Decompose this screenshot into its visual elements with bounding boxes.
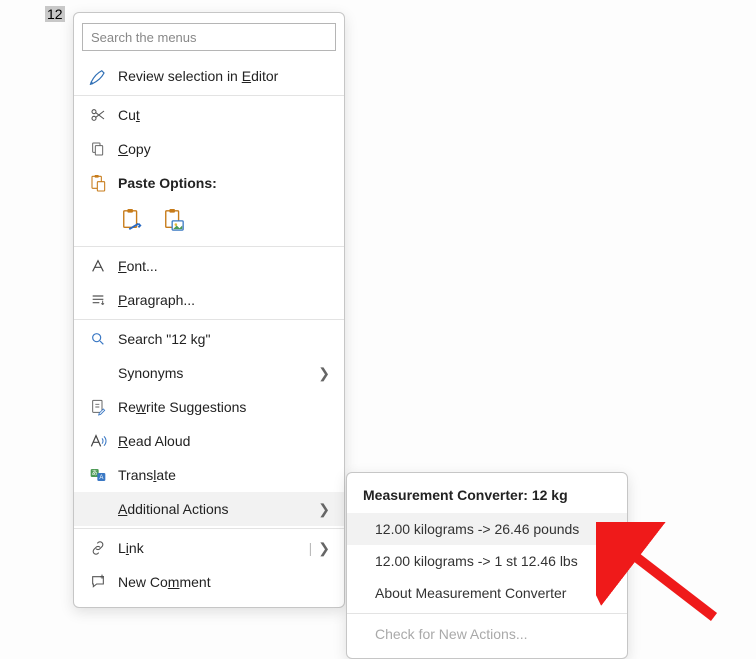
- document-selection: 12: [45, 6, 65, 22]
- chevron-right-icon: ❯: [318, 365, 332, 382]
- split-divider: |: [309, 540, 319, 556]
- editor-pen-icon: [86, 67, 110, 85]
- menu-paragraph[interactable]: Paragraph...: [74, 283, 344, 317]
- submenu-item-about-converter[interactable]: About Measurement Converter: [347, 577, 627, 609]
- menu-review-editor[interactable]: Review selection in Editor: [74, 59, 344, 93]
- menu-label: Search "12 kg": [110, 331, 332, 347]
- menu-label: Paragraph...: [110, 292, 332, 308]
- translate-icon: あA: [86, 467, 110, 483]
- submenu-item-conversion-pounds[interactable]: 12.00 kilograms -> 26.46 pounds: [347, 513, 627, 545]
- copy-icon: [86, 141, 110, 157]
- paste-icon: [86, 174, 110, 192]
- submenu-item-conversion-stones[interactable]: 12.00 kilograms -> 1 st 12.46 lbs: [347, 545, 627, 577]
- menu-read-aloud[interactable]: Read Aloud: [74, 424, 344, 458]
- menu-label: Additional Actions: [110, 501, 318, 517]
- menu-label: New Comment: [110, 574, 332, 590]
- menu-search-placeholder: Search the menus: [91, 30, 197, 45]
- paste-picture-button[interactable]: [160, 206, 188, 234]
- svg-text:あ: あ: [92, 470, 98, 477]
- menu-label: Translate: [110, 467, 332, 483]
- paragraph-icon: [86, 292, 110, 308]
- additional-actions-submenu: Measurement Converter: 12 kg 12.00 kilog…: [346, 472, 628, 659]
- menu-synonyms[interactable]: Synonyms ❯: [74, 356, 344, 390]
- menu-additional-actions[interactable]: Additional Actions ❯: [74, 492, 344, 526]
- menu-label: Cut: [110, 107, 332, 123]
- svg-text:A: A: [99, 475, 103, 481]
- menu-cut[interactable]: Cut: [74, 98, 344, 132]
- separator: [74, 246, 344, 247]
- paste-keep-source-button[interactable]: [118, 206, 146, 234]
- menu-font[interactable]: Font...: [74, 249, 344, 283]
- menu-label: Synonyms: [110, 365, 318, 381]
- menu-label: Link: [110, 540, 309, 556]
- chevron-right-icon[interactable]: ❯: [318, 540, 332, 557]
- search-icon: [86, 331, 110, 347]
- menu-link[interactable]: Link | ❯: [74, 531, 344, 565]
- menu-new-comment[interactable]: New Comment: [74, 565, 344, 599]
- chevron-right-icon: ❯: [318, 501, 332, 518]
- menu-label: Copy: [110, 141, 332, 157]
- menu-search-12kg[interactable]: Search "12 kg": [74, 322, 344, 356]
- separator: [74, 95, 344, 96]
- separator: [74, 319, 344, 320]
- menu-translate[interactable]: あA Translate: [74, 458, 344, 492]
- comment-icon: [86, 574, 110, 590]
- menu-paste-options: Paste Options:: [74, 166, 344, 200]
- menu-label: Read Aloud: [110, 433, 332, 449]
- read-aloud-icon: [86, 433, 110, 449]
- separator: [74, 528, 344, 529]
- menu-rewrite-suggestions[interactable]: Rewrite Suggestions: [74, 390, 344, 424]
- submenu-item-check-new-actions: Check for New Actions...: [347, 618, 627, 650]
- font-letter-icon: [86, 258, 110, 274]
- menu-search-input[interactable]: Search the menus: [82, 23, 336, 51]
- menu-label: Rewrite Suggestions: [110, 399, 332, 415]
- rewrite-icon: [86, 398, 110, 416]
- menu-label: Paste Options:: [110, 175, 332, 191]
- scissors-icon: [86, 107, 110, 123]
- menu-label: Font...: [110, 258, 332, 274]
- menu-copy[interactable]: Copy: [74, 132, 344, 166]
- context-menu: Search the menus Review selection in Edi…: [73, 12, 345, 608]
- menu-label: Review selection in Editor: [110, 68, 332, 84]
- link-icon: [86, 540, 110, 556]
- paste-options-row: [74, 200, 344, 244]
- submenu-title: Measurement Converter: 12 kg: [347, 481, 627, 513]
- separator: [347, 613, 627, 614]
